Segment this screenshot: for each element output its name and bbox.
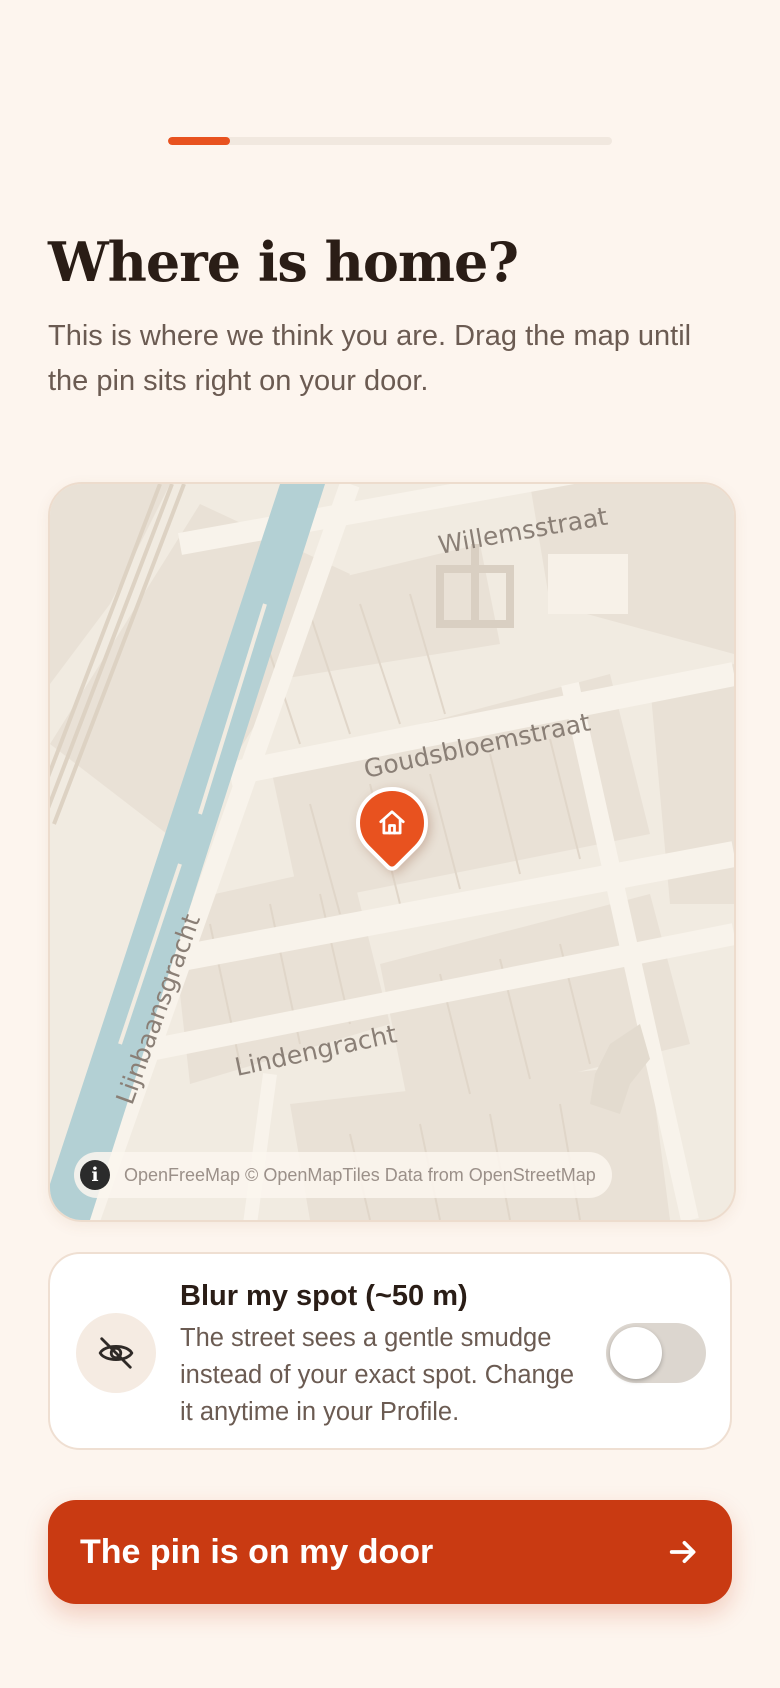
- map-attribution: i OpenFreeMap © OpenMapTiles Data from O…: [74, 1152, 612, 1198]
- confirm-pin-button[interactable]: The pin is on my door: [48, 1500, 732, 1604]
- blur-description: The street sees a gentle smudge instead …: [180, 1324, 575, 1426]
- blur-toggle[interactable]: [606, 1323, 706, 1383]
- page-title: Where is home?: [48, 230, 519, 294]
- attribution-text: OpenFreeMap © OpenMapTiles Data from Ope…: [124, 1164, 596, 1185]
- eye-off-icon: [76, 1313, 156, 1393]
- page-subtitle: This is where we think you are. Drag the…: [48, 320, 692, 397]
- map-view[interactable]: Willemsstraat Goudsbloemstraat Lijnbaans…: [48, 482, 736, 1222]
- info-icon[interactable]: i: [80, 1160, 110, 1190]
- progress-track: [168, 137, 612, 145]
- home-icon: [377, 808, 407, 838]
- confirm-pin-label: The pin is on my door: [80, 1532, 434, 1571]
- blur-title: Blur my spot (~50 m): [180, 1280, 468, 1312]
- blur-spot-card: Blur my spot (~50 m) The street sees a g…: [48, 1252, 732, 1450]
- progress-fill: [168, 137, 231, 145]
- arrow-right-icon: [666, 1535, 700, 1569]
- toggle-knob: [610, 1327, 662, 1379]
